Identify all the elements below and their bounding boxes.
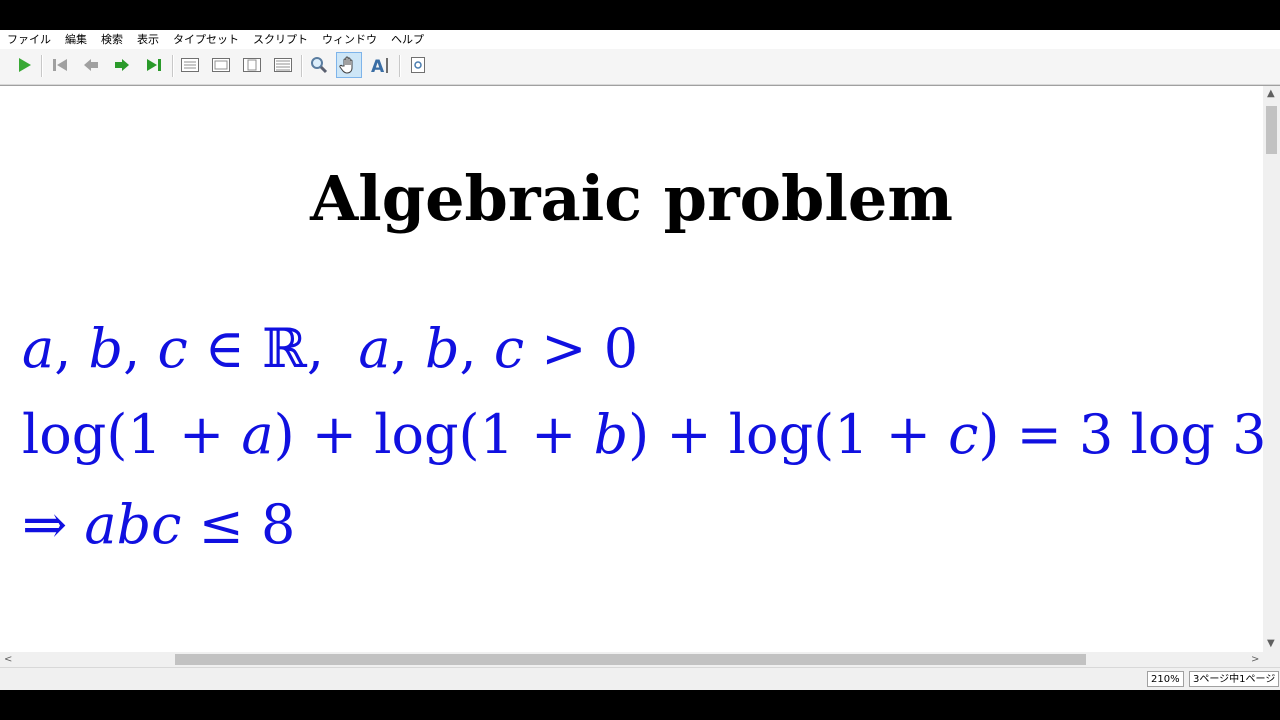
scroll-up-icon[interactable]: ▲ bbox=[1267, 86, 1275, 101]
toolbar-separator bbox=[172, 55, 174, 77]
prev-page-icon[interactable] bbox=[78, 52, 104, 78]
vertical-scroll-thumb[interactable] bbox=[1266, 106, 1277, 154]
toolbar-separator bbox=[301, 55, 303, 77]
layout-facing-icon[interactable] bbox=[239, 52, 265, 78]
status-bar: 210% 3ページ中1ページ bbox=[0, 667, 1280, 690]
hand-tool-icon[interactable] bbox=[336, 52, 362, 78]
last-page-icon[interactable] bbox=[141, 52, 167, 78]
menu-bar: ファイル 編集 検索 表示 タイプセット スクリプト ウィンドウ ヘルプ bbox=[0, 30, 1280, 49]
pdf-viewer-page[interactable]: Algebraic problem a, b, c ∈ ℝ, a, b, c >… bbox=[0, 85, 1263, 653]
vertical-scrollbar[interactable]: ▲ ▼ bbox=[1263, 85, 1280, 653]
svg-text:A: A bbox=[371, 57, 385, 75]
app-window: ファイル 編集 検索 表示 タイプセット スクリプト ウィンドウ ヘルプ A A… bbox=[0, 30, 1280, 690]
toolbar-separator bbox=[41, 55, 43, 77]
menu-help[interactable]: ヘルプ bbox=[384, 30, 431, 49]
layout-continuous-icon[interactable] bbox=[208, 52, 234, 78]
math-line-1: a, b, c ∈ ℝ, a, b, c > 0 bbox=[22, 317, 639, 380]
menu-file[interactable]: ファイル bbox=[0, 30, 58, 49]
scroll-left-icon[interactable]: < bbox=[4, 652, 12, 667]
search-doc-icon[interactable] bbox=[405, 52, 431, 78]
first-page-icon[interactable] bbox=[47, 52, 73, 78]
page-indicator: 3ページ中1ページ bbox=[1189, 671, 1280, 687]
menu-edit[interactable]: 編集 bbox=[58, 30, 94, 49]
scroll-down-icon[interactable]: ▼ bbox=[1267, 636, 1275, 651]
horizontal-scroll-thumb[interactable] bbox=[175, 654, 1086, 665]
scroll-right-icon[interactable]: > bbox=[1251, 652, 1259, 667]
text-select-icon[interactable]: A bbox=[368, 52, 394, 78]
document-title: Algebraic problem bbox=[310, 162, 953, 235]
layout-fit-icon[interactable] bbox=[270, 52, 296, 78]
next-page-icon[interactable] bbox=[109, 52, 135, 78]
menu-window[interactable]: ウィンドウ bbox=[315, 30, 384, 49]
scrollbar-corner bbox=[1263, 652, 1280, 667]
menu-script[interactable]: スクリプト bbox=[246, 30, 315, 49]
play-icon[interactable] bbox=[11, 52, 37, 78]
menu-view[interactable]: 表示 bbox=[130, 30, 166, 49]
math-line-2: log(1 + a) + log(1 + b) + log(1 + c) = 3… bbox=[22, 403, 1263, 466]
horizontal-scrollbar[interactable]: < > bbox=[0, 652, 1263, 667]
menu-typeset[interactable]: タイプセット bbox=[166, 30, 246, 49]
magnify-icon[interactable] bbox=[306, 52, 332, 78]
toolbar: A bbox=[0, 49, 1280, 85]
menu-search[interactable]: 検索 bbox=[94, 30, 130, 49]
toolbar-separator bbox=[399, 55, 401, 77]
layout-single-icon[interactable] bbox=[177, 52, 203, 78]
math-line-3: ⇒ abc ≤ 8 bbox=[22, 493, 296, 556]
zoom-level[interactable]: 210% bbox=[1147, 671, 1184, 687]
